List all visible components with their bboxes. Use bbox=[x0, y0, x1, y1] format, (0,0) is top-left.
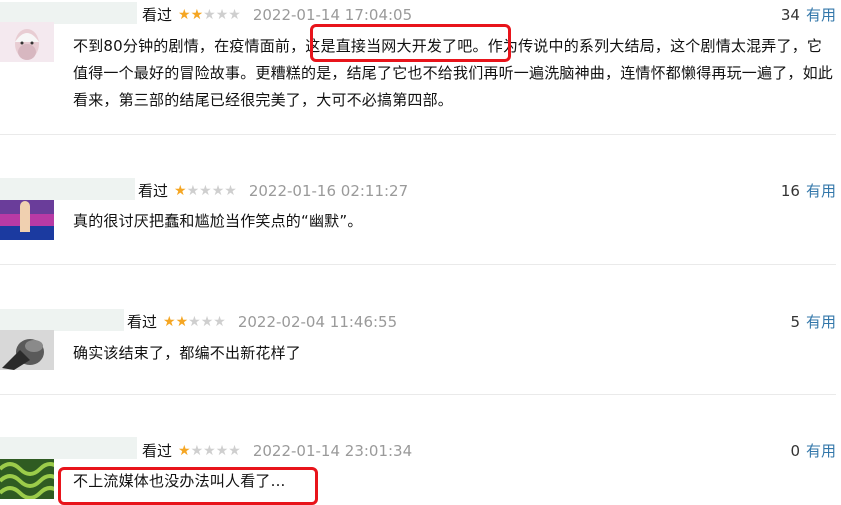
review-meta: 看过 ★ ★ ★ ★ ★ 2022-01-14 17:04:05 bbox=[142, 4, 412, 25]
review-meta: 看过 ★ ★ ★ ★ ★ 2022-01-14 23:01:34 bbox=[142, 440, 412, 461]
star-icon: ★ bbox=[190, 442, 204, 459]
useful-button[interactable]: 有用 bbox=[806, 313, 836, 331]
star-icon: ★ bbox=[211, 182, 225, 199]
star-icon: ★ bbox=[200, 313, 214, 330]
star-icon: ★ bbox=[215, 442, 229, 459]
star-rating: ★ ★ ★ ★ ★ bbox=[178, 444, 241, 458]
useful-button[interactable]: 有用 bbox=[806, 6, 836, 24]
star-icon: ★ bbox=[203, 6, 216, 23]
avatar[interactable] bbox=[0, 330, 54, 370]
review-time: 2022-01-14 17:04:05 bbox=[252, 5, 413, 24]
watch-status: 看过 bbox=[127, 313, 158, 331]
useful-button[interactable]: 有用 bbox=[806, 442, 836, 460]
review-time: 2022-02-04 11:46:55 bbox=[237, 312, 398, 331]
username-redacted bbox=[0, 437, 137, 459]
avatar[interactable] bbox=[0, 459, 54, 499]
star-icon: ★ bbox=[203, 442, 216, 459]
username-redacted bbox=[0, 2, 137, 24]
star-icon: ★ bbox=[186, 182, 200, 199]
vote-area: 5 有用 bbox=[790, 311, 836, 332]
useful-button[interactable]: 有用 bbox=[806, 182, 836, 200]
star-icon: ★ bbox=[215, 6, 229, 23]
star-icon: ★ bbox=[228, 6, 241, 23]
divider bbox=[0, 134, 836, 135]
star-icon: ★ bbox=[213, 313, 226, 330]
star-rating: ★ ★ ★ ★ ★ bbox=[174, 184, 237, 198]
watch-status: 看过 bbox=[138, 182, 169, 200]
vote-count: 5 bbox=[790, 313, 800, 331]
review-text: 不到80分钟的剧情，在疫情面前，这是直接当网大开发了吧。作为传说中的系列大结局，… bbox=[73, 37, 834, 109]
vote-count: 16 bbox=[780, 182, 800, 200]
review-text: 真的很讨厌把蠢和尴尬当作笑点的“幽默”。 bbox=[73, 212, 363, 230]
divider bbox=[0, 394, 836, 395]
avatar[interactable] bbox=[0, 200, 54, 240]
star-icon: ★ bbox=[190, 6, 204, 23]
review-meta: 看过 ★ ★ ★ ★ ★ 2022-01-16 02:11:27 bbox=[138, 180, 408, 201]
review-meta: 看过 ★ ★ ★ ★ ★ 2022-02-04 11:46:55 bbox=[127, 311, 397, 332]
vote-count: 34 bbox=[780, 6, 800, 24]
star-icon: ★ bbox=[174, 182, 187, 199]
review-text: 确实该结束了，都编不出新花样了 bbox=[73, 344, 302, 362]
star-icon: ★ bbox=[199, 182, 212, 199]
star-icon: ★ bbox=[178, 442, 191, 459]
star-rating: ★ ★ ★ ★ ★ bbox=[163, 315, 226, 329]
vote-count: 0 bbox=[790, 442, 800, 460]
vote-area: 0 有用 bbox=[790, 440, 836, 461]
avatar[interactable] bbox=[0, 22, 54, 62]
star-icon: ★ bbox=[178, 6, 191, 23]
star-icon: ★ bbox=[163, 313, 176, 330]
divider bbox=[0, 264, 836, 265]
username-redacted bbox=[0, 309, 124, 331]
review-text: 不上流媒体也没办法叫人看了... bbox=[73, 472, 286, 490]
star-rating: ★ ★ ★ ★ ★ bbox=[178, 8, 241, 22]
star-icon: ★ bbox=[188, 313, 201, 330]
vote-area: 16 有用 bbox=[781, 180, 836, 201]
watch-status: 看过 bbox=[142, 6, 173, 24]
username-redacted bbox=[0, 178, 135, 200]
star-icon: ★ bbox=[224, 182, 237, 199]
star-icon: ★ bbox=[175, 313, 189, 330]
watch-status: 看过 bbox=[142, 442, 173, 460]
review-time: 2022-01-14 23:01:34 bbox=[252, 441, 413, 460]
vote-area: 34 有用 bbox=[781, 4, 836, 25]
star-icon: ★ bbox=[228, 442, 241, 459]
review-time: 2022-01-16 02:11:27 bbox=[248, 181, 409, 200]
